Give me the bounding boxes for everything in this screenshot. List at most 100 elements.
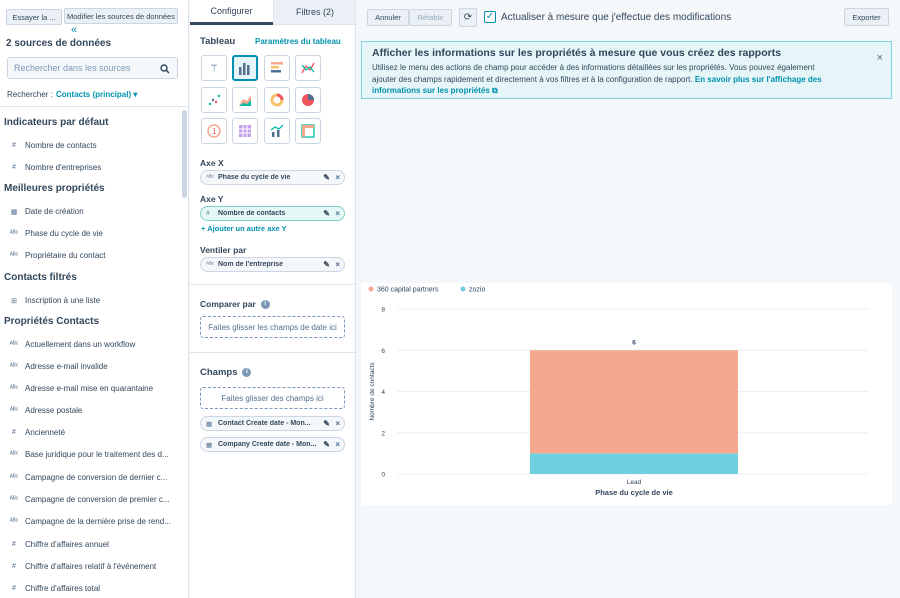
try-button[interactable]: Essayer la ... [6, 9, 62, 25]
legend-swatch [368, 286, 374, 292]
donut-chart-button[interactable] [264, 87, 290, 113]
text-icon: ᴬᴮᶜ [9, 451, 19, 458]
close-icon[interactable]: × [335, 260, 340, 269]
kpi-icon: 1 [207, 124, 221, 138]
fields-drop-zone[interactable]: Faites glisser des champs ici [200, 387, 345, 409]
pencil-icon[interactable]: ✎ [323, 209, 330, 218]
redo-button[interactable]: Rétablir [409, 9, 452, 26]
line-chart-button[interactable] [295, 55, 321, 81]
modify-sources-button[interactable]: Modifier les sources de données [64, 8, 178, 24]
axis-y-field[interactable]: # Nombre de contacts ✎ × [200, 206, 345, 221]
heatmap-button[interactable] [232, 118, 258, 144]
grid-icon [239, 125, 251, 137]
property-item[interactable]: # Chiffre d'affaires relatif à l'événemen… [9, 562, 174, 571]
info-icon[interactable]: i [242, 367, 252, 377]
scatter-chart-button[interactable] [201, 87, 227, 113]
close-icon[interactable]: × [335, 173, 340, 182]
tab-configure[interactable]: Configurer [190, 0, 273, 25]
property-item[interactable]: ᴬᴮᶜ Campagne de la dernière prise de rend… [9, 517, 174, 526]
property-item[interactable]: ᴬᴮᶜ Actuellement dans un workflow [9, 340, 174, 349]
pivot-table-icon [301, 124, 315, 138]
x-tick-label: Lead [627, 479, 642, 486]
calendar-icon: ▦ [206, 420, 213, 428]
number-icon: # [12, 585, 16, 592]
property-item[interactable]: ⊞ Inscription à une liste [9, 296, 174, 305]
text-icon: ᴬᴮᶜ [9, 230, 19, 237]
refresh-button[interactable]: ⟳ [459, 8, 477, 27]
external-link-icon: ⧉ [489, 86, 498, 95]
section-title: Indicateurs par défaut [4, 117, 109, 128]
scrollbar[interactable] [182, 110, 187, 198]
text-icon: ᴬᴮᶜ [9, 518, 19, 525]
pencil-icon[interactable]: ✎ [323, 173, 330, 182]
close-icon[interactable]: × [335, 419, 340, 428]
x-axis-title: Phase du cycle de vie [595, 488, 673, 497]
property-item[interactable]: ᴬᴮᶜ Campagne de conversion de dernier c..… [9, 473, 174, 482]
table-settings-link[interactable]: Paramètres du tableau [255, 37, 341, 46]
close-icon[interactable]: × [877, 52, 883, 64]
report-main-area: Annuler Rétablir ⟳ ✓ Actualiser à mesure… [357, 0, 900, 598]
property-item[interactable]: ᴬᴮᶜ Adresse e-mail invalide [9, 362, 174, 371]
tab-filters[interactable]: Filtres (2) [273, 0, 355, 25]
field-item[interactable]: ▦ Contact Create date - Mon... ✎ × [200, 416, 345, 431]
text-icon: ᴬᴮᶜ [9, 474, 19, 481]
y-tick-label: 4 [381, 389, 385, 396]
combo-chart-button[interactable] [264, 118, 290, 144]
y-tick-label: 0 [381, 472, 385, 479]
text-icon: ᴬᴮᶜ [9, 363, 19, 370]
calendar-icon: ▦ [206, 441, 213, 449]
configure-panel: Configurer Filtres (2) Tableau Paramètre… [190, 0, 356, 598]
search-placeholder: Rechercher dans les sources [14, 63, 131, 73]
section-title: Meilleures propriétés [4, 183, 105, 194]
property-item[interactable]: ᴬᴮᶜ Campagne de conversion de premier c..… [9, 495, 174, 504]
pie-chart-button[interactable] [295, 87, 321, 113]
export-button[interactable]: Exporter [844, 8, 889, 26]
pivot-table-button[interactable] [295, 118, 321, 144]
compare-drop-zone[interactable]: Faites glisser les champs de date ici [200, 316, 345, 338]
horizontal-bar-button[interactable] [264, 55, 290, 81]
property-item[interactable]: ▦ Date de création [9, 207, 174, 216]
property-item[interactable]: # Chiffre d'affaires total [9, 584, 174, 593]
info-icon[interactable]: i [260, 300, 270, 310]
property-item[interactable]: # Ancienneté [9, 428, 174, 437]
sources-search-input[interactable]: Rechercher dans les sources [7, 57, 178, 79]
magic-chart-button[interactable]: ⚚ [201, 55, 227, 81]
property-item[interactable]: # Chiffre d'affaires annuel [9, 540, 174, 549]
info-banner: Afficher les informations sur les propri… [361, 41, 892, 99]
text-icon: ᴬᴮᶜ [9, 385, 19, 392]
property-item[interactable]: # Nombre d'entreprises [9, 163, 174, 172]
pencil-icon[interactable]: ✎ [323, 419, 330, 428]
auto-update-checkbox[interactable]: ✓ [484, 11, 496, 23]
horizontal-bar-icon [271, 62, 283, 73]
legend-swatch [460, 286, 466, 292]
property-item[interactable]: ᴬᴮᶜ Adresse postale [9, 406, 174, 415]
donut-chart-icon [270, 93, 284, 107]
fields-label: Champs i [200, 367, 252, 378]
add-y-axis-link[interactable]: + Ajouter un autre axe Y [201, 224, 287, 233]
property-item[interactable]: # Nombre de contacts [9, 141, 174, 150]
undo-button[interactable]: Annuler [367, 9, 409, 26]
y-tick-label: 8 [381, 307, 385, 314]
split-field[interactable]: ᴬᴮᶜ Nom de l'entreprise ✎ × [200, 257, 345, 272]
property-item[interactable]: ᴬᴮᶜ Adresse e-mail mise en quarantaine [9, 384, 174, 393]
field-item[interactable]: ▦ Company Create date - Mon... ✎ × [200, 437, 345, 452]
bar-segment [530, 453, 738, 474]
pencil-icon[interactable]: ✎ [323, 260, 330, 269]
property-item[interactable]: ᴬᴮᶜ Base juridique pour le traitement des… [9, 450, 174, 459]
property-item[interactable]: ᴬᴮᶜ Phase du cycle de vie [9, 229, 174, 238]
search-in-dropdown[interactable]: Contacts (principal) ▾ [56, 90, 137, 99]
close-icon[interactable]: × [335, 209, 340, 218]
pencil-icon[interactable]: ✎ [323, 440, 330, 449]
text-icon: ᴬᴮᶜ [206, 174, 214, 181]
bar-chart-button[interactable] [232, 55, 258, 81]
number-icon: # [12, 429, 16, 436]
kpi-chart-button[interactable]: 1 [201, 118, 227, 144]
property-item[interactable]: ᴬᴮᶜ Propriétaire du contact [9, 251, 174, 260]
y-axis-title: Nombre de contacts [369, 362, 376, 421]
area-chart-button[interactable] [232, 87, 258, 113]
search-icon[interactable] [160, 64, 170, 74]
bar-segment [530, 350, 738, 454]
collapse-icon[interactable]: « [71, 24, 77, 36]
close-icon[interactable]: × [335, 440, 340, 449]
axis-x-field[interactable]: ᴬᴮᶜ Phase du cycle de vie ✎ × [200, 170, 345, 185]
